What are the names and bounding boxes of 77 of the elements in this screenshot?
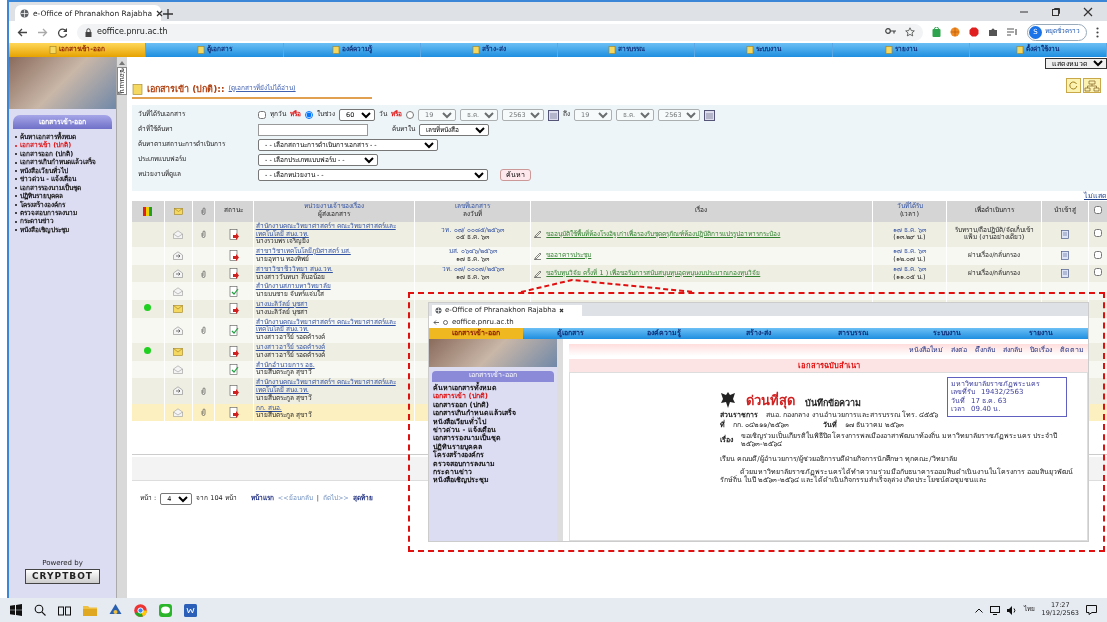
playlist-icon[interactable] xyxy=(1007,27,1018,37)
keyword-field[interactable] xyxy=(258,124,368,136)
notification-icon[interactable] xyxy=(1086,605,1097,615)
extension-bag-icon[interactable] xyxy=(932,27,941,37)
checked-document-icon[interactable] xyxy=(228,285,239,297)
close-icon[interactable] xyxy=(156,9,163,17)
document-icon xyxy=(196,46,205,54)
key-icon[interactable] xyxy=(885,27,896,35)
row-checkbox[interactable] xyxy=(1094,229,1103,238)
back-icon[interactable] xyxy=(17,26,28,38)
arrow-document-icon[interactable] xyxy=(228,268,239,280)
row-checkbox[interactable] xyxy=(1094,250,1103,259)
color-bars-icon xyxy=(143,206,153,216)
forward-icon[interactable] xyxy=(37,26,48,38)
edit-link-icon[interactable] xyxy=(533,269,543,278)
restore-icon[interactable] xyxy=(1051,6,1061,17)
network-status-icon[interactable] xyxy=(989,605,1000,615)
chrome-icon[interactable] xyxy=(134,603,147,617)
edit-link-icon[interactable] xyxy=(533,251,543,260)
envelope-icon xyxy=(173,207,183,215)
document-title: บันทึกข้อความ xyxy=(805,398,861,409)
arrow-document-icon[interactable] xyxy=(228,406,239,418)
word-processor-icon[interactable] xyxy=(184,603,197,617)
checkbox[interactable] xyxy=(258,111,266,119)
paperclip-icon xyxy=(201,207,207,216)
binder-icon[interactable] xyxy=(1061,269,1069,279)
calendar-icon[interactable] xyxy=(704,109,715,121)
document-icon xyxy=(1016,46,1025,54)
binder-icon[interactable] xyxy=(1061,251,1069,261)
checked-document-icon[interactable] xyxy=(228,363,239,375)
row-checkbox[interactable] xyxy=(1094,268,1103,277)
speaker-icon[interactable] xyxy=(1006,605,1017,615)
radio-button[interactable] xyxy=(305,111,313,119)
arrow-document-icon[interactable] xyxy=(228,228,239,240)
menu-icon[interactable] xyxy=(1096,26,1099,38)
binder-icon[interactable] xyxy=(1061,229,1069,239)
select-all-checkbox[interactable] xyxy=(1094,205,1103,214)
arrow-document-icon[interactable] xyxy=(228,346,239,358)
arrow-document-icon[interactable] xyxy=(228,303,239,315)
task-view-icon[interactable] xyxy=(58,604,71,616)
star-icon[interactable] xyxy=(905,27,915,37)
close-icon[interactable] xyxy=(1083,6,1093,17)
stop-sign-icon[interactable] xyxy=(969,27,979,37)
calendar-icon[interactable] xyxy=(548,109,559,121)
document-icon xyxy=(745,46,754,54)
globe-icon xyxy=(435,307,442,314)
close-icon[interactable] xyxy=(559,308,565,313)
table-row[interactable] xyxy=(132,221,1107,248)
brand-logo: CRYPTBOT xyxy=(25,569,100,584)
edit-link-icon[interactable] xyxy=(533,230,543,239)
document-icon xyxy=(472,46,480,54)
back-icon[interactable] xyxy=(433,319,439,325)
extension-ball-icon[interactable] xyxy=(950,27,960,37)
document-icon xyxy=(132,83,143,95)
document-icon xyxy=(884,46,893,54)
scroll-up-icon[interactable] xyxy=(119,61,125,65)
checked-document-icon[interactable] xyxy=(228,324,239,336)
chat-bubble-icon[interactable] xyxy=(159,603,172,617)
emblem-icon xyxy=(720,391,736,409)
document-icon xyxy=(607,46,616,54)
chevron-up-icon[interactable] xyxy=(974,607,983,613)
document-icon xyxy=(331,46,340,54)
page-title: เอกสารเข้า (ปกติ):: xyxy=(147,83,225,95)
reload-icon[interactable] xyxy=(57,26,68,38)
windows-icon[interactable] xyxy=(10,604,22,616)
globe-icon xyxy=(20,8,29,18)
urgency-label: ด่วนที่สุด xyxy=(746,393,795,409)
address-bar[interactable]: eoffice.pnru.ac.th xyxy=(77,23,923,41)
document-icon xyxy=(49,46,58,54)
refresh-icon[interactable] xyxy=(1066,78,1081,93)
lock-icon xyxy=(85,27,92,37)
arrow-document-icon[interactable] xyxy=(228,385,239,397)
search-icon[interactable] xyxy=(34,604,46,616)
new-tab-icon[interactable] xyxy=(161,7,175,21)
arrow-document-icon[interactable] xyxy=(228,250,239,262)
radio-button[interactable] xyxy=(406,111,414,119)
network-icon[interactable] xyxy=(1083,78,1101,93)
